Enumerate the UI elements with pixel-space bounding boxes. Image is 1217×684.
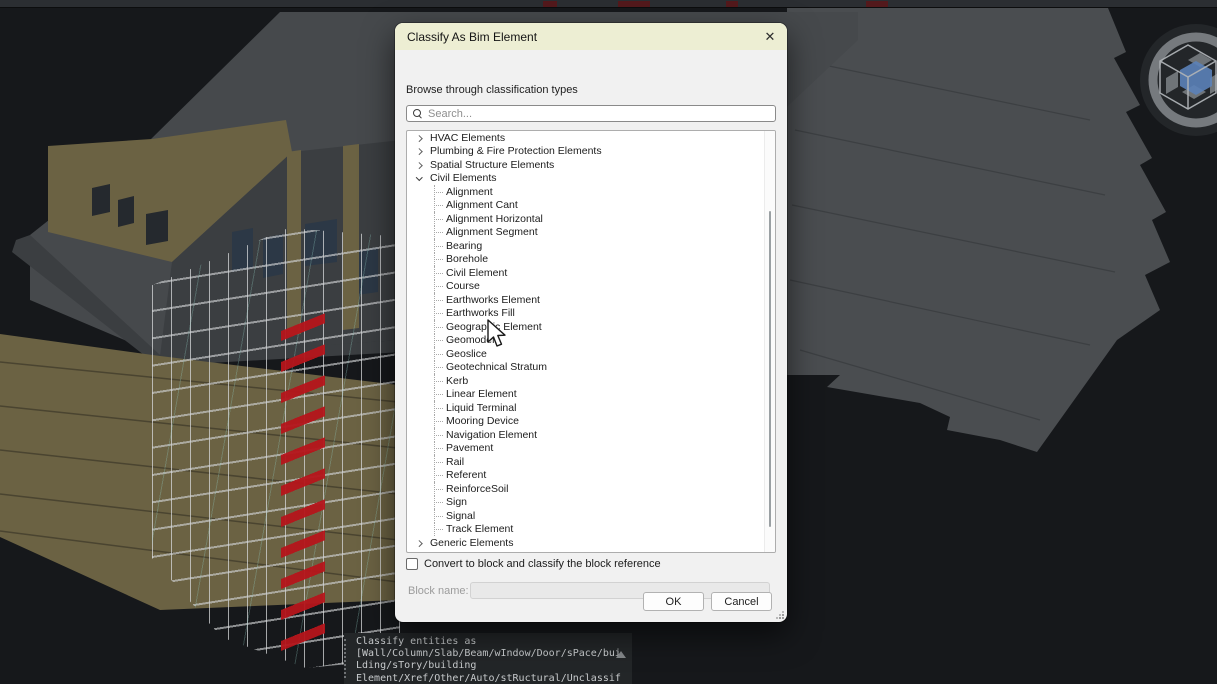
tree-item-label: Spatial Structure Elements xyxy=(430,159,554,171)
tree-item-label: Civil Element xyxy=(446,267,507,279)
toolbar-mark xyxy=(866,1,888,7)
navigation-cube-icon[interactable] xyxy=(1140,24,1217,136)
tree-item[interactable]: Spatial Structure Elements xyxy=(407,158,775,172)
tree-item[interactable]: Bearing xyxy=(407,239,775,253)
tree-item[interactable]: Rail xyxy=(407,455,775,469)
convert-checkbox-row[interactable]: Convert to block and classify the block … xyxy=(406,558,661,570)
tree-item-label: Kerb xyxy=(446,375,468,387)
tree-item-label: HVAC Elements xyxy=(430,132,505,144)
convert-checkbox-label: Convert to block and classify the block … xyxy=(424,558,661,570)
tree-item[interactable]: Sign xyxy=(407,496,775,510)
tree-item[interactable]: Alignment Horizontal xyxy=(407,212,775,226)
tree-item[interactable]: Linear Element xyxy=(407,388,775,402)
tree-item-label: Borehole xyxy=(446,253,488,265)
tree-item[interactable]: Plumbing & Fire Protection Elements xyxy=(407,145,775,159)
command-prompt-text: Classify entities as [Wall/Column/Slab/B… xyxy=(348,633,632,684)
application-window: Classify entities as [Wall/Column/Slab/B… xyxy=(0,0,1217,684)
tree-scrollbar-thumb[interactable] xyxy=(769,211,771,527)
chevron-right-icon[interactable] xyxy=(415,149,430,154)
tree-item[interactable]: Geoslice xyxy=(407,347,775,361)
cancel-button[interactable]: Cancel xyxy=(711,592,772,611)
search-placeholder: Search... xyxy=(428,108,472,120)
toolbar-mark xyxy=(726,1,738,7)
tree-item[interactable]: Geographic Element xyxy=(407,320,775,334)
tree-item-label: Signal xyxy=(446,510,475,522)
tree-item-label: Pavement xyxy=(446,442,493,454)
panel-drag-handle[interactable] xyxy=(344,639,346,678)
tree-item[interactable]: Civil Elements xyxy=(407,172,775,186)
tree-item[interactable]: ReinforceSoil xyxy=(407,482,775,496)
slab-roof xyxy=(787,8,1170,452)
tree-item-label: Bearing xyxy=(446,240,482,252)
tree-item[interactable]: Civil Element xyxy=(407,266,775,280)
top-toolbar-strip xyxy=(0,0,1217,8)
toolbar-mark xyxy=(543,1,557,7)
tree-item[interactable]: Geomodel xyxy=(407,334,775,348)
tree-item-label: Course xyxy=(446,280,480,292)
tree-item-label: Civil Elements xyxy=(430,172,497,184)
tree-item-label: Geographic Element xyxy=(446,321,542,333)
tree-item-label: Earthworks Element xyxy=(446,294,540,306)
tree-item[interactable]: Alignment xyxy=(407,185,775,199)
tree-item[interactable]: Track Element xyxy=(407,523,775,537)
tree-scrollbar-track[interactable] xyxy=(764,131,775,552)
tree-item[interactable]: Earthworks Fill xyxy=(407,307,775,321)
tree-item-label: Referent xyxy=(446,469,486,481)
tree-item[interactable]: Alignment Segment xyxy=(407,226,775,240)
tree-item[interactable]: Liquid Terminal xyxy=(407,401,775,415)
tree-item[interactable]: Mooring Device xyxy=(407,415,775,429)
chevron-right-icon[interactable] xyxy=(415,136,430,141)
tree-item-label: Geotechnical Stratum xyxy=(446,361,547,373)
tree-item-label: Mooring Device xyxy=(446,415,519,427)
convert-checkbox[interactable] xyxy=(406,558,418,570)
classification-tree[interactable]: HVAC ElementsPlumbing & Fire Protection … xyxy=(406,130,776,553)
tree-item-label: Alignment Segment xyxy=(446,226,538,238)
tree-item[interactable]: Borehole xyxy=(407,253,775,267)
dialog-resize-grip[interactable] xyxy=(776,611,784,619)
search-icon xyxy=(413,109,422,118)
tree-item[interactable]: Kerb xyxy=(407,374,775,388)
tree-item-label: Navigation Element xyxy=(446,429,537,441)
tree-item[interactable]: Earthworks Element xyxy=(407,293,775,307)
tree-item-label: Geoslice xyxy=(446,348,487,360)
block-name-label: Block name: xyxy=(408,585,469,597)
tree-item-label: Liquid Terminal xyxy=(446,402,516,414)
tree-item-label: Generic Elements xyxy=(430,537,513,549)
tree-item[interactable]: Geotechnical Stratum xyxy=(407,361,775,375)
tree-item-label: Rail xyxy=(446,456,464,468)
tree-item[interactable]: Course xyxy=(407,280,775,294)
tree-item[interactable]: Alignment Cant xyxy=(407,199,775,213)
chevron-right-icon[interactable] xyxy=(415,541,430,546)
tree-item-label: Track Element xyxy=(446,523,513,535)
tree-item-label: Plumbing & Fire Protection Elements xyxy=(430,145,602,157)
tree-item-label: ReinforceSoil xyxy=(446,483,508,495)
tree-item[interactable]: Generic Elements xyxy=(407,536,775,550)
chevron-down-icon[interactable] xyxy=(415,177,430,180)
tree-item-label: Sign xyxy=(446,496,467,508)
dialog-titlebar[interactable]: Classify As Bim Element ✕ xyxy=(395,23,787,50)
search-input[interactable]: Search... xyxy=(406,105,776,122)
tree-item[interactable]: Referent xyxy=(407,469,775,483)
tree-item-label: Linear Element xyxy=(446,388,517,400)
tree-item-label: Alignment Horizontal xyxy=(446,213,543,225)
tree-item[interactable]: Signal xyxy=(407,509,775,523)
dialog-title: Classify As Bim Element xyxy=(395,30,537,44)
classify-dialog: Classify As Bim Element ✕ Browse through… xyxy=(395,23,787,622)
chevron-right-icon[interactable] xyxy=(415,163,430,168)
tree-item-label: Earthworks Fill xyxy=(446,307,515,319)
toolbar-mark xyxy=(618,1,650,7)
debris-chutes xyxy=(281,313,325,651)
close-icon[interactable]: ✕ xyxy=(753,23,787,50)
tree-item[interactable]: Pavement xyxy=(407,442,775,456)
expand-panel-arrow-icon[interactable] xyxy=(616,651,626,658)
browse-label: Browse through classification types xyxy=(406,84,578,96)
tree-item-label: Alignment xyxy=(446,186,493,198)
tree-item-label: Geomodel xyxy=(446,334,494,346)
tree-item-label: Alignment Cant xyxy=(446,199,518,211)
command-line-panel[interactable]: Classify entities as [Wall/Column/Slab/B… xyxy=(344,633,632,684)
tree-item[interactable]: Navigation Element xyxy=(407,428,775,442)
ok-button[interactable]: OK xyxy=(643,592,704,611)
tree-item[interactable]: HVAC Elements xyxy=(407,131,775,145)
